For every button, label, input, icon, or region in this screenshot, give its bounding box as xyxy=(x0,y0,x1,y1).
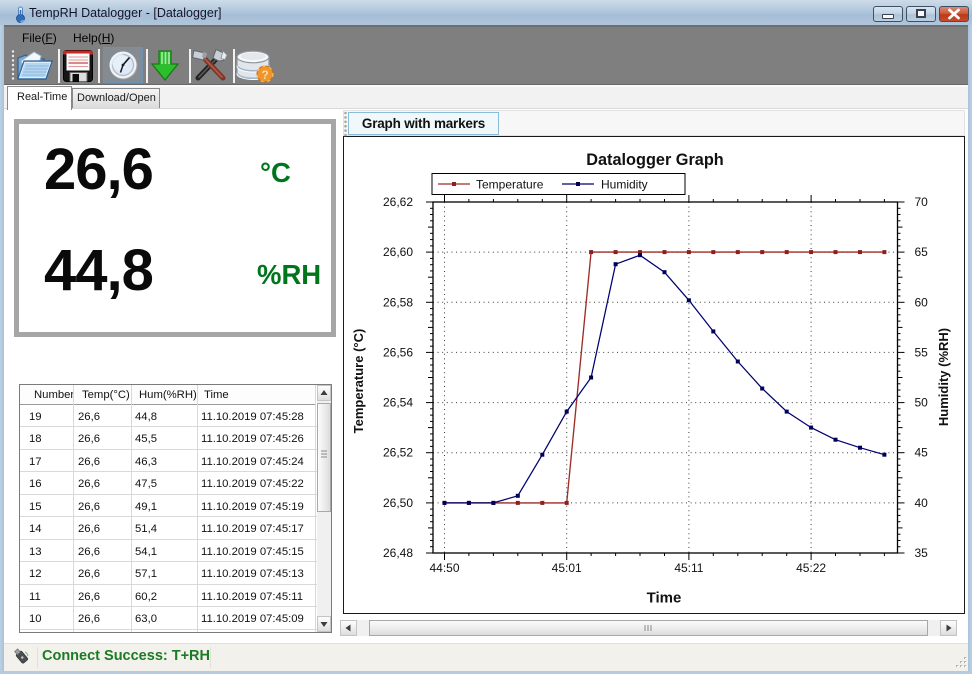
svg-text:26,50: 26,50 xyxy=(383,496,413,510)
svg-text:45:11: 45:11 xyxy=(674,561,703,575)
svg-text:26,48: 26,48 xyxy=(383,546,413,560)
svg-text:70: 70 xyxy=(915,195,929,209)
svg-text:44:50: 44:50 xyxy=(429,561,459,575)
svg-text:60: 60 xyxy=(915,295,929,309)
svg-text:Time: Time xyxy=(647,590,682,607)
svg-text:55: 55 xyxy=(915,345,929,359)
svg-text:Humidity (%RH): Humidity (%RH) xyxy=(936,328,951,426)
svg-text:26,60: 26,60 xyxy=(383,245,413,259)
svg-text:65: 65 xyxy=(915,245,929,259)
svg-text:Humidity: Humidity xyxy=(601,178,648,192)
svg-text:Temperature: Temperature xyxy=(476,178,544,192)
svg-text:26,62: 26,62 xyxy=(383,195,413,209)
svg-text:26,52: 26,52 xyxy=(383,446,413,460)
svg-text:35: 35 xyxy=(915,546,929,560)
svg-text:?: ? xyxy=(261,68,268,82)
svg-text:26,58: 26,58 xyxy=(383,295,413,309)
svg-text:45: 45 xyxy=(915,446,929,460)
svg-text:50: 50 xyxy=(915,396,929,410)
svg-text:40: 40 xyxy=(915,496,929,510)
svg-text:45:22: 45:22 xyxy=(796,561,826,575)
svg-text:Temperature (°C): Temperature (°C) xyxy=(351,329,366,434)
svg-text:26,56: 26,56 xyxy=(383,345,413,359)
svg-text:Datalogger Graph: Datalogger Graph xyxy=(586,151,724,169)
svg-text:45:01: 45:01 xyxy=(552,561,582,575)
svg-text:26,54: 26,54 xyxy=(383,396,413,410)
